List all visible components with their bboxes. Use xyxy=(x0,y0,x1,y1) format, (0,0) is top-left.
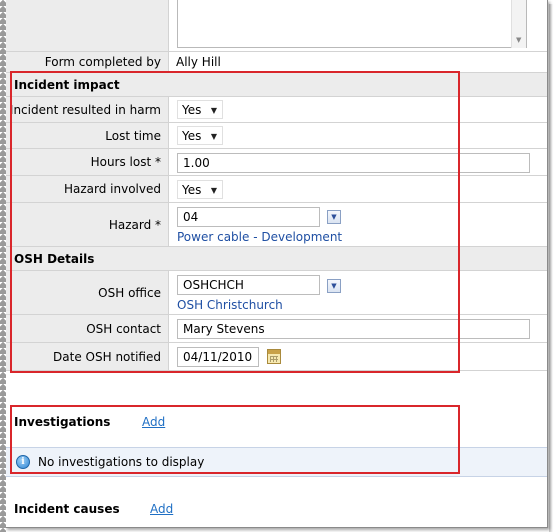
hazard-code-value: 04 xyxy=(183,210,199,224)
chevron-down-icon: ▼ xyxy=(210,106,217,115)
osh-date-input[interactable]: 04/11/2010 xyxy=(177,347,259,367)
harm-select-value: Yes xyxy=(182,102,202,117)
hazard-involved-select[interactable]: Yes ▼ xyxy=(177,180,223,199)
osh-contact-input[interactable]: Mary Stevens xyxy=(177,319,530,339)
incident-impact-heading: Incident impact xyxy=(5,73,547,97)
lost-time-select-value: Yes xyxy=(182,128,202,143)
lookup-dropdown-icon[interactable]: ▼ xyxy=(327,279,341,293)
incident-causes-heading: Incident causes xyxy=(14,502,120,516)
lost-time-row: Lost time Yes ▼ xyxy=(5,123,547,149)
calendar-icon[interactable] xyxy=(267,349,281,364)
osh-office-row: OSH office OSHCHCH ▼ OSH Christchurch xyxy=(5,271,547,315)
notes-row: ▼ xyxy=(5,0,547,52)
osh-office-label: OSH office xyxy=(5,271,169,314)
hazard-code-input[interactable]: 04 xyxy=(177,207,320,227)
harm-select[interactable]: Yes ▼ xyxy=(177,100,223,119)
investigations-empty-message: No investigations to display xyxy=(38,455,205,469)
hazard-label: Hazard * xyxy=(5,203,169,246)
osh-office-description: OSH Christchurch xyxy=(177,298,283,312)
lost-time-select[interactable]: Yes ▼ xyxy=(177,126,223,145)
incident-form-panel: ▼ Form completed by Ally Hill Incident i… xyxy=(5,0,548,528)
hours-lost-row: Hours lost * 1.00 xyxy=(5,149,547,176)
osh-date-row: Date OSH notified 04/11/2010 xyxy=(5,343,547,371)
form-completed-by-row: Form completed by Ally Hill xyxy=(5,52,547,73)
hazard-involved-row: Hazard involved Yes ▼ xyxy=(5,176,547,203)
osh-date-label: Date OSH notified xyxy=(5,343,169,370)
harm-label: Incident resulted in harm xyxy=(5,97,169,122)
osh-date-value: 04/11/2010 xyxy=(183,350,253,364)
osh-office-code: OSHCHCH xyxy=(183,278,244,292)
osh-contact-row: OSH contact Mary Stevens xyxy=(5,315,547,343)
osh-contact-label: OSH contact xyxy=(5,315,169,342)
hours-lost-value: 1.00 xyxy=(183,156,210,170)
harm-row: Incident resulted in harm Yes ▼ xyxy=(5,97,547,123)
notes-textarea[interactable]: ▼ xyxy=(177,0,527,48)
lost-time-label: Lost time xyxy=(5,123,169,148)
lookup-dropdown-icon[interactable]: ▼ xyxy=(327,210,341,224)
form-completed-by-value: Ally Hill xyxy=(176,55,221,69)
chevron-down-icon: ▼ xyxy=(210,186,217,195)
scroll-down-icon[interactable]: ▼ xyxy=(516,36,521,44)
notes-value-cell: ▼ xyxy=(170,0,547,51)
hazard-involved-select-value: Yes xyxy=(182,182,202,197)
notes-scrollbar[interactable]: ▼ xyxy=(511,0,526,48)
torn-edge-zigzag xyxy=(0,0,6,532)
notes-label-cell xyxy=(5,0,169,51)
hours-lost-label: Hours lost * xyxy=(5,149,169,175)
investigations-heading: Investigations xyxy=(14,415,111,429)
osh-contact-value: Mary Stevens xyxy=(183,322,265,336)
osh-details-heading: OSH Details xyxy=(5,247,547,271)
form-completed-by-label: Form completed by xyxy=(5,52,169,72)
info-icon: i xyxy=(16,455,30,469)
hazard-row: Hazard * 04 ▼ Power cable - Development xyxy=(5,203,547,247)
hazard-involved-label: Hazard involved xyxy=(5,176,169,202)
osh-office-input[interactable]: OSHCHCH xyxy=(177,275,320,295)
hazard-description: Power cable - Development xyxy=(177,230,343,244)
hours-lost-input[interactable]: 1.00 xyxy=(177,153,530,173)
incident-causes-add-link[interactable]: Add xyxy=(150,502,173,516)
investigations-empty-message-bar: i No investigations to display xyxy=(5,447,547,477)
chevron-down-icon: ▼ xyxy=(210,132,217,141)
investigations-add-link[interactable]: Add xyxy=(142,415,165,429)
window-shadow xyxy=(549,4,553,532)
